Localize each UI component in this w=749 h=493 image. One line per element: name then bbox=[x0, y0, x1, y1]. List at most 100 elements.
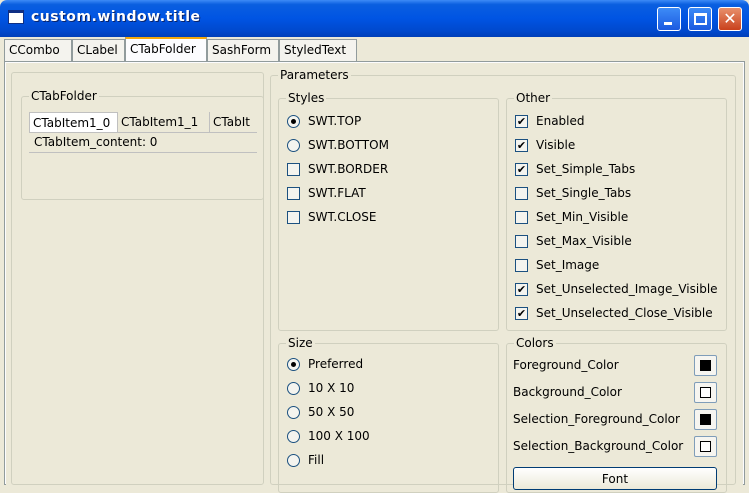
title-bar[interactable]: custom.window.title ✕ bbox=[0, 0, 749, 37]
size-100x100-radio[interactable]: 100 X 100 bbox=[287, 426, 370, 446]
selection-background-color-row: Selection_Background_Color bbox=[513, 434, 717, 458]
ctab-item-1-1[interactable]: CTabItem1_1 bbox=[118, 112, 210, 132]
option-label: Set_Min_Visible bbox=[536, 210, 629, 224]
example-area: CTabFolder CTabItem1_0 CTabItem1_1 CTabI… bbox=[11, 72, 264, 485]
maximize-button[interactable] bbox=[688, 7, 712, 31]
color-swatch bbox=[700, 440, 711, 452]
checkbox-indicator bbox=[287, 186, 300, 200]
size-group-label: Size bbox=[286, 336, 315, 350]
size-10x10-radio[interactable]: 10 X 10 bbox=[287, 378, 354, 398]
ctab-item-1-2[interactable]: CTabIt bbox=[210, 112, 257, 132]
size-group: Size Preferred 10 X 10 50 X 50 100 X 100 bbox=[278, 336, 499, 493]
other-group-label: Other bbox=[514, 91, 553, 105]
tab-styledtext[interactable]: StyledText bbox=[279, 39, 357, 61]
radio-indicator bbox=[287, 453, 300, 467]
ctabfolder-tabs: CTabItem1_0 CTabItem1_1 CTabIt bbox=[29, 112, 257, 133]
radio-indicator bbox=[287, 357, 300, 371]
ctabfolder-group: CTabFolder CTabItem1_0 CTabItem1_1 CTabI… bbox=[21, 89, 264, 200]
tab-ctabfolder[interactable]: CTabFolder bbox=[125, 37, 207, 62]
checkbox-indicator bbox=[515, 186, 528, 200]
style-swt-top-radio[interactable]: SWT.TOP bbox=[287, 111, 361, 131]
checkmark-icon: ✔ bbox=[515, 306, 528, 320]
close-button[interactable]: ✕ bbox=[718, 7, 742, 31]
close-icon: ✕ bbox=[723, 9, 737, 28]
other-max-visible-checkbox[interactable]: Set_Max_Visible bbox=[515, 231, 632, 251]
other-simple-tabs-checkbox[interactable]: ✔ Set_Simple_Tabs bbox=[515, 159, 635, 179]
selection-foreground-color-row: Selection_Foreground_Color bbox=[513, 407, 717, 431]
parameters-group: Parameters Styles SWT.TOP SWT.BOTTOM SWT… bbox=[270, 68, 736, 493]
option-label: 10 X 10 bbox=[308, 381, 355, 395]
radio-indicator bbox=[287, 138, 300, 152]
tab-content: CTabFolder CTabItem1_0 CTabItem1_1 CTabI… bbox=[6, 63, 743, 493]
other-unselected-image-visible-checkbox[interactable]: ✔ Set_Unselected_Image_Visible bbox=[515, 279, 718, 299]
foreground-color-row: Foreground_Color bbox=[513, 353, 717, 377]
checkmark-icon: ✔ bbox=[515, 138, 528, 152]
selection-background-color-label: Selection_Background_Color bbox=[513, 439, 684, 453]
other-min-visible-checkbox[interactable]: Set_Min_Visible bbox=[515, 207, 628, 227]
checkmark-icon: ✔ bbox=[515, 162, 528, 176]
selection-background-color-button[interactable] bbox=[694, 435, 717, 457]
size-fill-radio[interactable]: Fill bbox=[287, 450, 324, 470]
radio-indicator bbox=[287, 114, 300, 128]
checkmark-icon: ✔ bbox=[515, 114, 528, 128]
color-swatch bbox=[700, 386, 711, 398]
checkmark-icon: ✔ bbox=[515, 282, 528, 296]
option-label: Fill bbox=[308, 453, 325, 467]
other-enabled-checkbox[interactable]: ✔ Enabled bbox=[515, 111, 585, 131]
window-title: custom.window.title bbox=[31, 9, 201, 25]
tab-sashform[interactable]: SashForm bbox=[207, 39, 279, 61]
selection-foreground-color-button[interactable] bbox=[694, 408, 717, 430]
option-label: Set_Image bbox=[536, 258, 600, 272]
other-single-tabs-checkbox[interactable]: Set_Single_Tabs bbox=[515, 183, 631, 203]
option-label: Preferred bbox=[308, 357, 364, 371]
app-window-icon bbox=[8, 10, 24, 24]
other-group: Other ✔ Enabled ✔ Visible ✔ Set_Simple_T… bbox=[506, 91, 727, 331]
foreground-color-button[interactable] bbox=[694, 354, 717, 376]
ctabfolder-group-label: CTabFolder bbox=[29, 89, 99, 103]
style-swt-close-checkbox[interactable]: SWT.CLOSE bbox=[287, 207, 376, 227]
checkbox-indicator bbox=[515, 258, 528, 272]
colors-group: Colors Foreground_Color Background_Color… bbox=[506, 336, 727, 493]
minimize-icon bbox=[658, 8, 680, 30]
option-label: SWT.BOTTOM bbox=[308, 138, 389, 152]
option-label: Set_Max_Visible bbox=[536, 234, 632, 248]
ctab-item-content: CTabItem_content: 0 bbox=[29, 133, 257, 153]
background-color-button[interactable] bbox=[694, 381, 717, 403]
option-label: Set_Simple_Tabs bbox=[536, 162, 636, 176]
other-set-image-checkbox[interactable]: Set_Image bbox=[515, 255, 599, 275]
style-swt-border-checkbox[interactable]: SWT.BORDER bbox=[287, 159, 388, 179]
selection-foreground-color-label: Selection_Foreground_Color bbox=[513, 412, 680, 426]
minimize-button[interactable] bbox=[657, 7, 681, 31]
ctab-item-1-0[interactable]: CTabItem1_0 bbox=[29, 112, 118, 132]
other-unselected-close-visible-checkbox[interactable]: ✔ Set_Unselected_Close_Visible bbox=[515, 303, 713, 323]
parameters-group-label: Parameters bbox=[278, 68, 351, 82]
option-label: Enabled bbox=[536, 114, 585, 128]
option-label: 50 X 50 bbox=[308, 405, 355, 419]
radio-indicator bbox=[287, 429, 300, 443]
option-label: SWT.CLOSE bbox=[308, 210, 377, 224]
style-swt-bottom-radio[interactable]: SWT.BOTTOM bbox=[287, 135, 389, 155]
tab-ccombo[interactable]: CCombo bbox=[4, 39, 72, 61]
background-color-row: Background_Color bbox=[513, 380, 717, 404]
option-label: 100 X 100 bbox=[308, 429, 370, 443]
application-window: custom.window.title ✕ CCombo CLabel CTab… bbox=[0, 0, 749, 493]
radio-indicator bbox=[287, 381, 300, 395]
size-preferred-radio[interactable]: Preferred bbox=[287, 354, 363, 374]
tab-clabel[interactable]: CLabel bbox=[72, 39, 125, 61]
colors-group-label: Colors bbox=[514, 336, 556, 350]
option-label: Set_Unselected_Image_Visible bbox=[536, 282, 718, 296]
radio-indicator bbox=[287, 405, 300, 419]
option-label: Set_Single_Tabs bbox=[536, 186, 632, 200]
other-visible-checkbox[interactable]: ✔ Visible bbox=[515, 135, 575, 155]
style-swt-flat-checkbox[interactable]: SWT.FLAT bbox=[287, 183, 366, 203]
option-label: SWT.BORDER bbox=[308, 162, 389, 176]
styles-group: Styles SWT.TOP SWT.BOTTOM SWT.BORDER SWT… bbox=[278, 91, 499, 331]
option-label: SWT.FLAT bbox=[308, 186, 366, 200]
styles-group-label: Styles bbox=[286, 91, 327, 105]
option-label: Set_Unselected_Close_Visible bbox=[536, 306, 713, 320]
maximize-icon bbox=[689, 8, 711, 30]
checkbox-indicator bbox=[515, 210, 528, 224]
size-50x50-radio[interactable]: 50 X 50 bbox=[287, 402, 354, 422]
checkbox-indicator bbox=[287, 162, 300, 176]
checkbox-indicator bbox=[515, 234, 528, 248]
